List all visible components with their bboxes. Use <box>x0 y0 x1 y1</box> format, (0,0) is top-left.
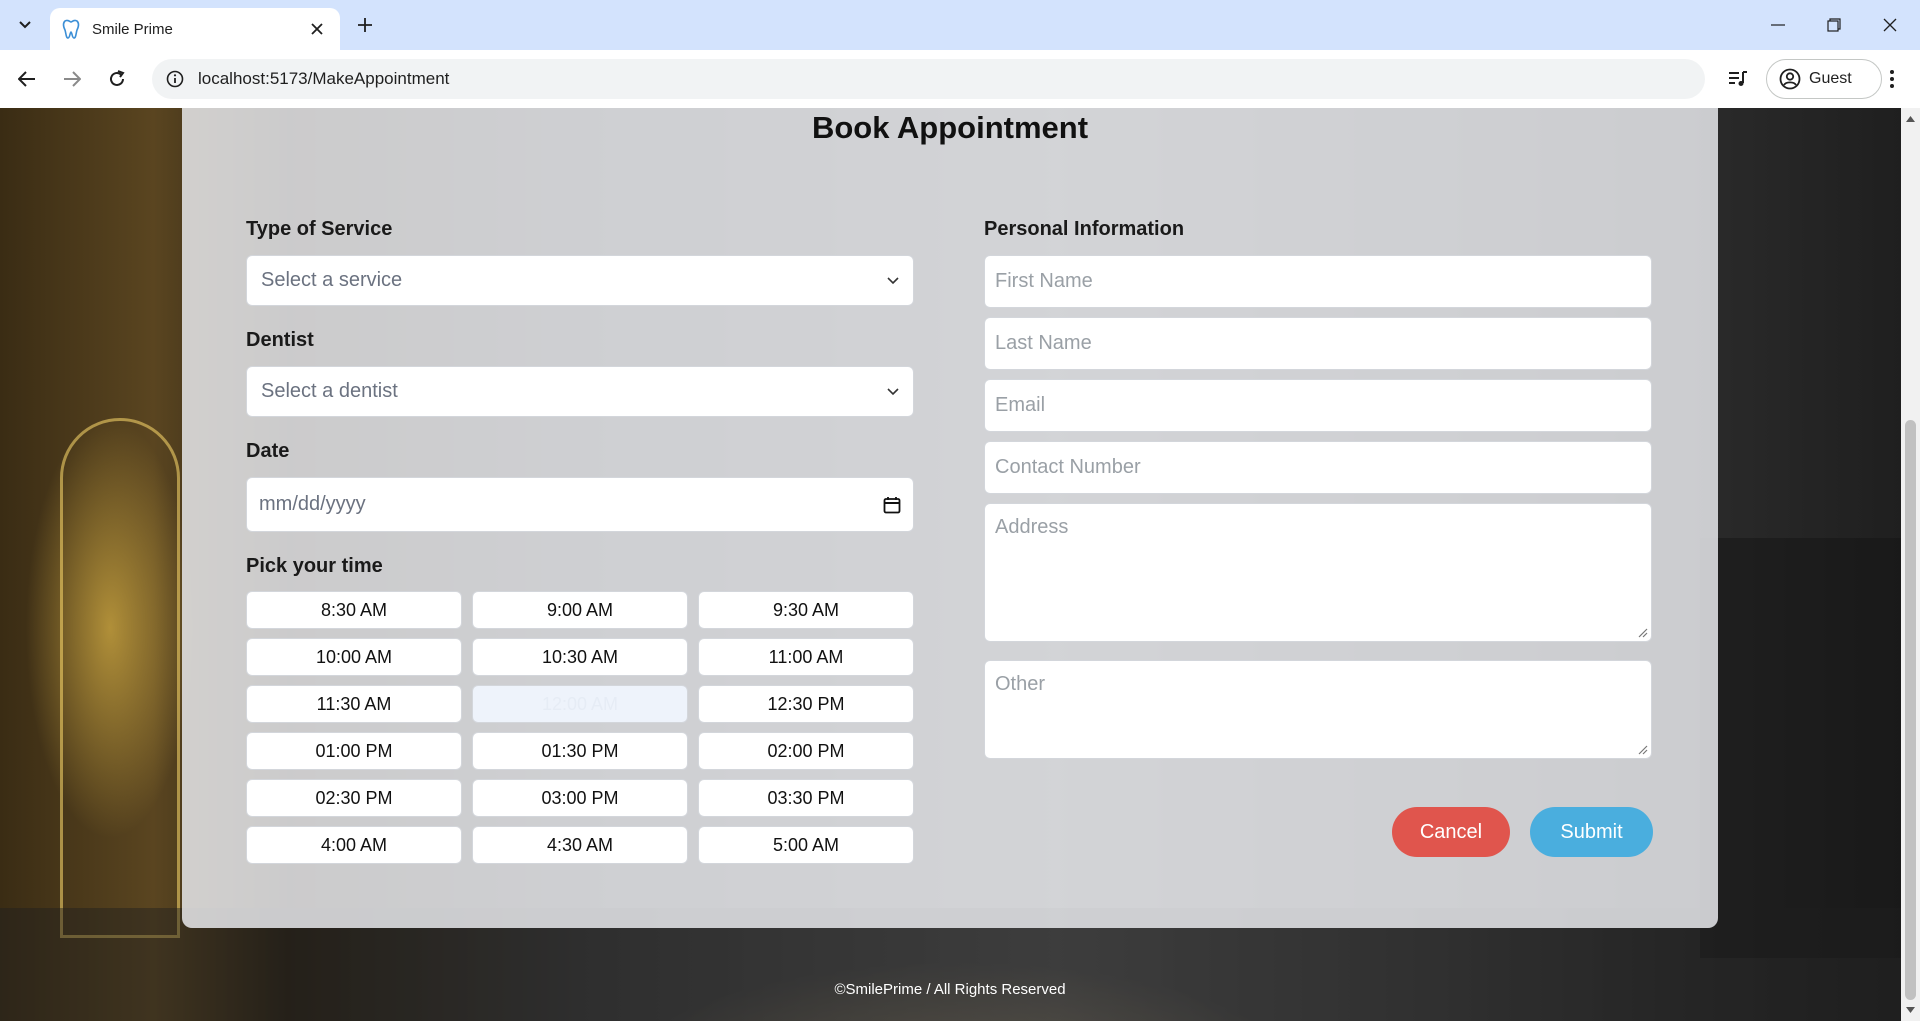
tab-title: Smile Prime <box>92 20 173 38</box>
dentist-label: Dentist <box>246 329 314 351</box>
email-placeholder: Email <box>995 394 1046 416</box>
tooth-favicon-icon <box>62 19 80 39</box>
arrow-right-icon <box>64 71 81 87</box>
back-button[interactable] <box>11 63 43 95</box>
media-playlist-icon <box>1729 71 1747 86</box>
triangle-up-icon <box>1906 116 1915 122</box>
other-textarea[interactable]: Other <box>984 660 1652 759</box>
address-textarea[interactable]: Address <box>984 503 1652 642</box>
arrow-left-icon <box>18 71 35 87</box>
resize-handle-icon[interactable] <box>1638 745 1648 755</box>
time-slot-button[interactable]: 12:30 PM <box>698 685 914 723</box>
minimize-button[interactable] <box>1750 0 1806 50</box>
tab-search-button[interactable] <box>10 10 40 40</box>
appointment-form-card: Book Appointment Type of Service Select … <box>182 108 1718 928</box>
time-slot-button[interactable]: 11:30 AM <box>246 685 462 723</box>
contact-number-input[interactable]: Contact Number <box>984 441 1652 494</box>
profile-button[interactable]: Guest <box>1766 59 1882 99</box>
address-bar[interactable]: localhost:5173/MakeAppointment <box>152 59 1705 99</box>
cancel-button[interactable]: Cancel <box>1392 807 1510 857</box>
media-control-button[interactable] <box>1722 63 1754 95</box>
new-tab-button[interactable] <box>350 10 380 40</box>
triangle-down-icon <box>1906 1007 1915 1013</box>
restore-icon <box>1827 18 1841 32</box>
time-slot-button[interactable]: 02:00 PM <box>698 732 914 770</box>
time-slot-button[interactable]: 11:00 AM <box>698 638 914 676</box>
reload-button[interactable] <box>101 63 133 95</box>
dentist-select-value: Select a dentist <box>261 380 398 402</box>
page-title: Book Appointment <box>811 110 1089 145</box>
time-slot-button[interactable]: 9:00 AM <box>472 591 688 629</box>
restore-button[interactable] <box>1806 0 1862 50</box>
browser-tab[interactable]: Smile Prime <box>50 8 340 50</box>
time-slot-button[interactable]: 9:30 AM <box>698 591 914 629</box>
personal-info-label: Personal Information <box>984 218 1185 240</box>
forward-button[interactable] <box>56 63 88 95</box>
minimize-icon <box>1771 24 1785 26</box>
first-name-input[interactable]: First Name <box>984 255 1652 308</box>
time-slot-button[interactable]: 4:00 AM <box>246 826 462 864</box>
calendar-icon[interactable] <box>883 496 901 514</box>
profile-label: Guest <box>1809 70 1852 87</box>
url-text: localhost:5173/MakeAppointment <box>198 69 450 88</box>
service-select[interactable]: Select a service <box>246 255 914 306</box>
time-label: Pick your time <box>246 555 383 577</box>
submit-button[interactable]: Submit <box>1530 807 1653 857</box>
page-viewport: Book Appointment Type of Service Select … <box>0 108 1920 1021</box>
service-select-value: Select a service <box>261 269 403 291</box>
reload-icon <box>110 70 125 86</box>
time-slot-button[interactable]: 10:30 AM <box>472 638 688 676</box>
last-name-placeholder: Last Name <box>995 332 1092 354</box>
chevron-down-icon <box>887 387 899 395</box>
email-input[interactable]: Email <box>984 379 1652 432</box>
last-name-input[interactable]: Last Name <box>984 317 1652 370</box>
more-vertical-icon <box>1890 70 1894 88</box>
tab-close-button[interactable] <box>306 18 328 40</box>
date-input-value: mm/dd/yyyy <box>259 493 366 515</box>
date-input[interactable]: mm/dd/yyyy <box>246 477 914 532</box>
time-slot-button[interactable]: 03:00 PM <box>472 779 688 817</box>
footer-copyright: ©SmilePrime / All Rights Reserved <box>834 981 1066 998</box>
time-slot-grid: 8:30 AM 9:00 AM 9:30 AM 10:00 AM 10:30 AM 11:… <box>246 591 918 864</box>
close-icon <box>1883 18 1897 32</box>
browser-tab-bar: Smile Prime <box>0 0 1920 50</box>
other-placeholder: Other <box>995 673 1046 695</box>
close-icon <box>311 23 323 35</box>
info-icon <box>166 70 184 88</box>
scroll-down-arrow[interactable] <box>1905 1005 1916 1015</box>
close-window-button[interactable] <box>1862 0 1918 50</box>
address-placeholder: Address <box>995 516 1069 538</box>
contact-number-placeholder: Contact Number <box>995 456 1141 478</box>
date-label: Date <box>246 440 290 462</box>
page-scrollbar[interactable] <box>1901 108 1920 1021</box>
time-slot-button[interactable]: 10:00 AM <box>246 638 462 676</box>
browser-menu-button[interactable] <box>1876 63 1908 95</box>
time-slot-button[interactable]: 02:30 PM <box>246 779 462 817</box>
scrollbar-thumb[interactable] <box>1905 420 1916 1000</box>
time-slot-button: 12:00 AM <box>472 685 688 723</box>
time-slot-button[interactable]: 03:30 PM <box>698 779 914 817</box>
chevron-down-icon <box>19 21 31 29</box>
service-label: Type of Service <box>246 218 393 240</box>
browser-toolbar: localhost:5173/MakeAppointment Guest <box>0 50 1920 108</box>
time-slot-button[interactable]: 4:30 AM <box>472 826 688 864</box>
plus-icon <box>358 18 372 32</box>
resize-handle-icon[interactable] <box>1638 628 1648 638</box>
time-slot-button[interactable]: 5:00 AM <box>698 826 914 864</box>
dentist-select[interactable]: Select a dentist <box>246 366 914 417</box>
account-circle-icon <box>1779 68 1801 90</box>
time-slot-button[interactable]: 01:00 PM <box>246 732 462 770</box>
scroll-up-arrow[interactable] <box>1905 114 1916 124</box>
time-slot-button[interactable]: 01:30 PM <box>472 732 688 770</box>
time-slot-button[interactable]: 8:30 AM <box>246 591 462 629</box>
chevron-down-icon <box>887 276 899 284</box>
first-name-placeholder: First Name <box>995 270 1093 292</box>
